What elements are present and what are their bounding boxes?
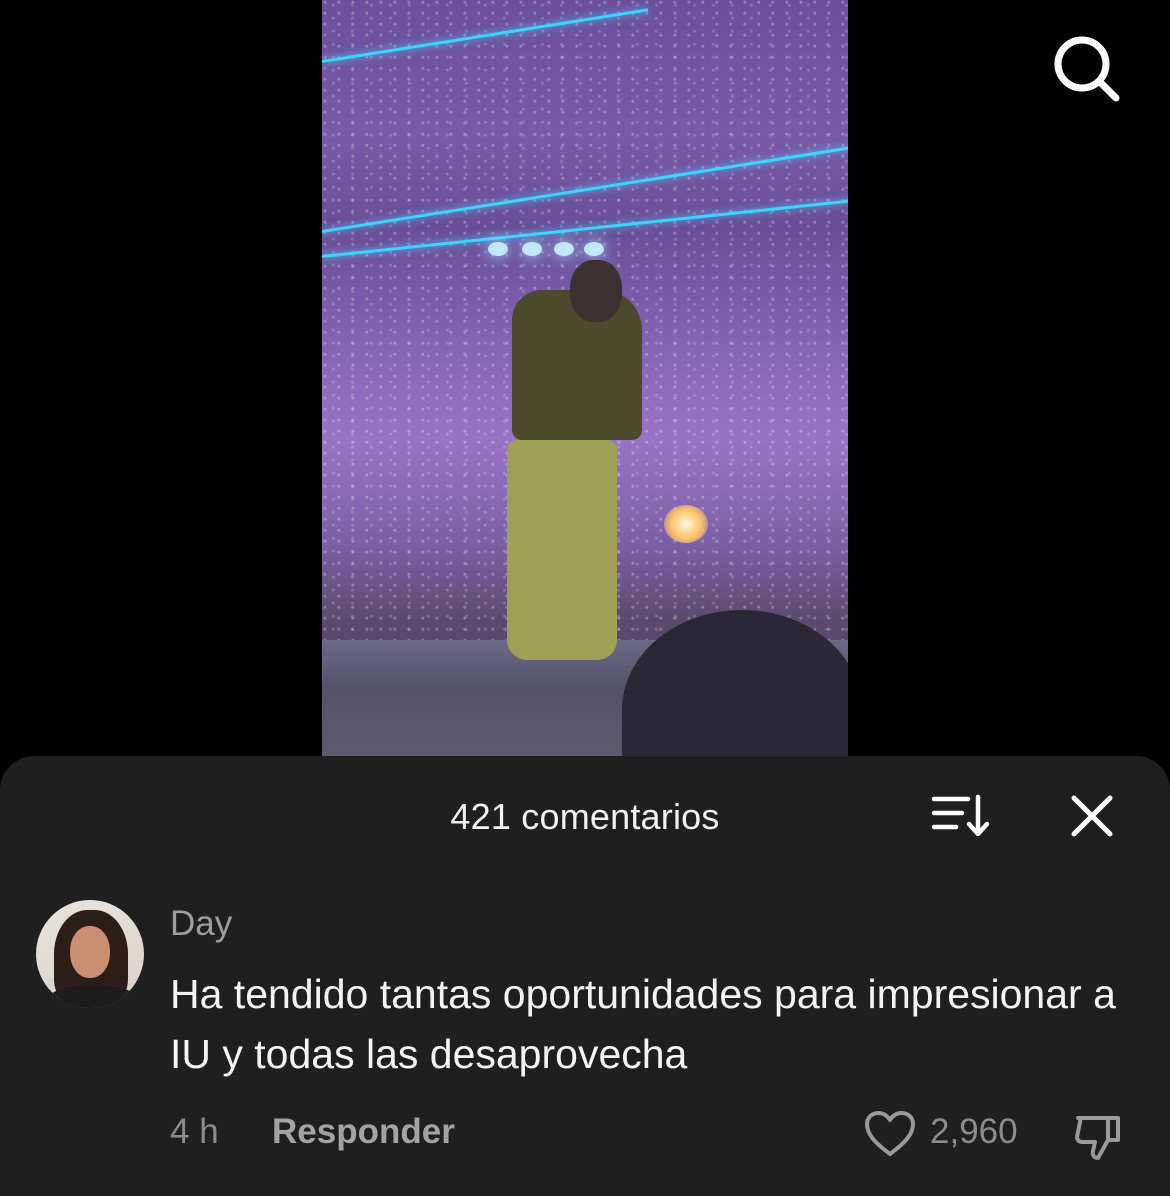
video-player[interactable] xyxy=(322,0,848,756)
like-button[interactable] xyxy=(864,1110,916,1158)
stage-flame xyxy=(664,505,708,543)
avatar-face xyxy=(70,926,110,978)
avatar-shoulder xyxy=(46,986,140,1008)
reply-button[interactable]: Responder xyxy=(272,1112,455,1152)
comment-username[interactable]: Day xyxy=(170,904,232,944)
search-button[interactable] xyxy=(1052,34,1120,102)
thumbs-down-icon xyxy=(1075,1116,1120,1160)
avatar[interactable] xyxy=(36,900,144,1008)
search-icon xyxy=(1054,36,1120,102)
performer xyxy=(507,440,617,660)
stage-light xyxy=(488,242,508,256)
stage-light xyxy=(522,242,542,256)
like-count: 2,960 xyxy=(930,1112,1018,1151)
heart-icon xyxy=(865,1111,915,1156)
comment-text: Ha tendido tantas oportunidades para imp… xyxy=(170,971,1116,1077)
comments-count-title: 421 comentarios xyxy=(450,796,720,837)
dislike-button[interactable] xyxy=(1072,1110,1124,1162)
stage-light xyxy=(584,242,604,256)
performer-head xyxy=(570,260,622,322)
stage-light xyxy=(554,242,574,256)
comment-timestamp: 4 h xyxy=(170,1112,219,1151)
sort-icon xyxy=(931,794,990,837)
close-icon xyxy=(1071,795,1113,837)
close-button[interactable] xyxy=(1068,792,1116,840)
sort-button[interactable] xyxy=(930,793,992,839)
